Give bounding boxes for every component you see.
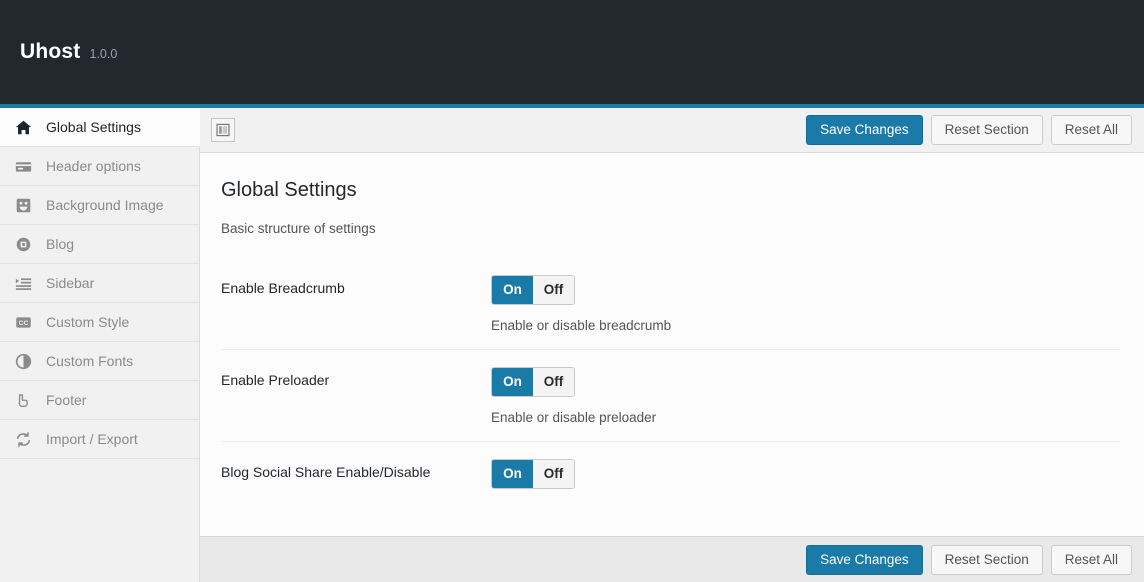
masthead: Uhost 1.0.0 — [0, 0, 1144, 104]
reset-section-button-bottom[interactable]: Reset Section — [931, 545, 1043, 575]
toggle-on-segment[interactable]: On — [492, 460, 533, 488]
setting-control: On Off Enable or disable breadcrumb — [491, 275, 1120, 333]
sidebar-item-blog[interactable]: Blog — [0, 225, 199, 264]
sidebar-item-background-image[interactable]: Background Image — [0, 186, 199, 225]
brand-version: 1.0.0 — [90, 47, 118, 61]
contrast-circle-icon — [14, 352, 33, 371]
bottom-toolbar: Save Changes Reset Section Reset All — [200, 536, 1144, 582]
sidebar-item-custom-style[interactable]: CC Custom Style — [0, 303, 199, 342]
sidebar-filler — [0, 459, 199, 582]
top-toolbar: Save Changes Reset Section Reset All — [200, 108, 1144, 153]
bottom-toolbar-buttons: Save Changes Reset Section Reset All — [806, 545, 1132, 575]
reset-all-button[interactable]: Reset All — [1051, 115, 1132, 145]
circle-dot-icon — [14, 235, 33, 254]
page-title: Global Settings — [221, 179, 1120, 202]
options-panel-app: Uhost 1.0.0 Global Settings Header optio… — [0, 0, 1144, 582]
save-changes-button-bottom[interactable]: Save Changes — [806, 545, 923, 575]
panel-shell: Global Settings Header options Backgroun… — [0, 108, 1144, 582]
toggle-off-segment[interactable]: Off — [533, 368, 574, 396]
sidebar-item-label: Import / Export — [46, 432, 138, 446]
settings-content: Global Settings Basic structure of setti… — [200, 153, 1144, 536]
home-icon — [14, 118, 33, 137]
sidebar-item-label: Sidebar — [46, 276, 94, 290]
toggle-off-segment[interactable]: Off — [533, 460, 574, 488]
toggle-blog-social-share[interactable]: On Off — [491, 459, 575, 489]
save-changes-button[interactable]: Save Changes — [806, 115, 923, 145]
credit-card-icon — [14, 157, 33, 176]
setting-control: On Off — [491, 459, 1120, 489]
sidebar-item-custom-fonts[interactable]: Custom Fonts — [0, 342, 199, 381]
toggle-on-segment[interactable]: On — [492, 368, 533, 396]
main-panel: Save Changes Reset Section Reset All Glo… — [200, 108, 1144, 582]
top-toolbar-buttons: Save Changes Reset Section Reset All — [806, 115, 1132, 145]
setting-help-text: Enable or disable preloader — [491, 410, 1120, 425]
sidebar-item-label: Header options — [46, 159, 141, 173]
setting-row-enable-preloader: Enable Preloader On Off Enable or disabl… — [221, 350, 1120, 442]
sidebar-item-footer[interactable]: Footer — [0, 381, 199, 420]
sidebar-item-global-settings[interactable]: Global Settings — [0, 108, 200, 147]
brand: Uhost 1.0.0 — [20, 40, 117, 64]
sidebar-item-sidebar[interactable]: Sidebar — [0, 264, 199, 303]
sidebar-item-import-export[interactable]: Import / Export — [0, 420, 199, 459]
setting-label: Enable Breadcrumb — [221, 275, 491, 296]
sidebar-item-label: Custom Style — [46, 315, 129, 329]
setting-row-enable-breadcrumb: Enable Breadcrumb On Off Enable or disab… — [221, 258, 1120, 350]
toggle-enable-breadcrumb[interactable]: On Off — [491, 275, 575, 305]
sidebar-item-header-options[interactable]: Header options — [0, 147, 199, 186]
setting-label: Blog Social Share Enable/Disable — [221, 459, 491, 480]
reset-all-button-bottom[interactable]: Reset All — [1051, 545, 1132, 575]
cc-icon: CC — [14, 313, 33, 332]
toggle-off-segment[interactable]: Off — [533, 276, 574, 304]
pointing-hand-icon — [14, 391, 33, 410]
svg-text:CC: CC — [19, 320, 29, 327]
setting-row-blog-social-share: Blog Social Share Enable/Disable On Off — [221, 442, 1120, 522]
page-description: Basic structure of settings — [221, 221, 1120, 236]
sidebar-item-label: Blog — [46, 237, 74, 251]
smiley-icon — [14, 196, 33, 215]
layout-columns-icon[interactable] — [211, 118, 235, 142]
toggle-on-segment[interactable]: On — [492, 276, 533, 304]
sidebar-item-label: Custom Fonts — [46, 354, 133, 368]
sidebar-item-label: Global Settings — [46, 120, 141, 134]
refresh-icon — [14, 430, 33, 449]
brand-name: Uhost — [20, 40, 81, 64]
setting-control: On Off Enable or disable preloader — [491, 367, 1120, 425]
toggle-enable-preloader[interactable]: On Off — [491, 367, 575, 397]
setting-label: Enable Preloader — [221, 367, 491, 388]
sidebar-item-label: Footer — [46, 393, 86, 407]
setting-help-text: Enable or disable breadcrumb — [491, 318, 1120, 333]
reset-section-button[interactable]: Reset Section — [931, 115, 1043, 145]
sidebar: Global Settings Header options Backgroun… — [0, 108, 200, 582]
sidebar-item-label: Background Image — [46, 198, 164, 212]
indent-list-icon — [14, 274, 33, 293]
